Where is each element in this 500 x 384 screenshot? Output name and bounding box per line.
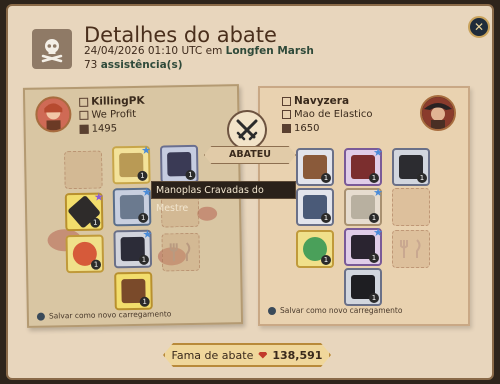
item-tooltip: Manoplas Cravadas do Mestre [151,181,296,214]
fame-value: 138,591 [272,348,323,362]
killer-guild-text: We Profit [91,108,137,121]
guild-icon [79,110,89,120]
player-icon [79,97,89,107]
victim-guild-text: Mao de Elastico [294,109,373,120]
star-icon: ★ [373,186,383,199]
crossed-swords-icon [227,110,267,150]
kill-location: Longfen Marsh [225,45,314,57]
kill-fame-banner: Fama de abate 138,591 [163,343,331,367]
equip-slot-shoes[interactable]: ★ 1 [113,227,153,269]
assist-count: 73 assistência(s) [84,59,183,71]
kill-date: 24/04/2026 01:10 UTC em [84,45,223,57]
equip-slot-potion[interactable]: 1 [65,234,105,274]
star-icon: ★ [93,190,104,204]
equip-slot-mount[interactable]: 1 [114,271,153,311]
guild-icon [282,109,291,119]
equip-slot-shoes[interactable]: ★ 1 [344,226,383,266]
save-loadout-button[interactable]: Salvar como novo carregamento [36,309,172,321]
victim-guild: Mao de Elastico [282,109,372,120]
killer-name[interactable]: KillingPK [79,95,145,108]
equip-slot-mainhand[interactable]: 1 [296,188,334,226]
killer-avatar [35,96,72,133]
victim-ip-text: 1650 [294,123,320,134]
blood-splatter [197,206,218,221]
assist-label: assistência(s) [100,59,183,71]
equip-slot-food[interactable] [161,232,201,272]
item-power-icon [282,123,291,133]
victim-name-text: Navyzera [294,95,350,107]
save-loadout-label: Salvar como novo carregamento [280,306,403,315]
assist-number: 73 [84,59,98,71]
close-button[interactable]: ✕ [468,16,490,38]
equip-slot-cape[interactable]: 1 [392,148,430,186]
equip-slot-armor[interactable]: ★ 1 [112,186,152,227]
equip-slot-bag[interactable] [64,150,103,190]
close-icon: ✕ [473,20,485,34]
victim-ip: 1650 [282,123,319,134]
star-icon: ★ [141,143,152,157]
page-title: Detalhes do abate [84,23,277,47]
star-icon: ★ [373,226,383,239]
save-icon [268,306,276,315]
kill-label: ABATEU [204,146,296,164]
equip-slot-food[interactable] [392,230,430,268]
equip-slot-cape[interactable]: 1 [159,144,199,184]
killer-ip: 1495 [79,123,118,135]
equip-slot-potion[interactable]: 1 [296,230,334,268]
victim-card: Navyzera Mao de Elastico 1650 1 ★ 1 1 1 ★… [258,86,470,326]
killer-name-text: KillingPK [91,94,145,108]
equip-slot-head[interactable]: ★ 1 [344,146,383,186]
save-loadout-label: Salvar como novo carregamento [48,309,172,321]
item-power-icon [79,124,89,134]
killer-card: KillingPK We Profit 1495 ★ 1 1 ★ 1 ★ 1 1 ★ 1… [22,84,244,328]
save-icon [36,312,45,321]
save-loadout-button[interactable]: Salvar como novo carregamento [268,306,402,315]
equip-slot-mainhand[interactable]: ★ 1 [64,190,104,232]
killer-guild: We Profit [79,109,136,121]
fame-gem-icon [258,351,268,359]
equip-slot-offhand[interactable] [392,188,430,226]
killer-ip-text: 1495 [91,123,118,135]
equip-slot-armor[interactable]: ★ 1 [344,186,383,226]
kill-date-location: 24/04/2026 01:10 UTC em Longfen Marsh [84,45,314,57]
victim-name[interactable]: Navyzera [282,95,349,107]
equip-slot-bag[interactable]: 1 [296,148,334,186]
star-icon: ★ [142,227,153,241]
player-icon [282,96,291,106]
star-icon: ★ [373,146,383,159]
victim-avatar [420,95,456,131]
equip-slot-mount[interactable]: 1 [344,268,382,306]
fame-label: Fama de abate [171,348,254,362]
skull-crossbones-icon [32,29,72,69]
equip-slot-head[interactable]: ★ 1 [111,143,152,185]
